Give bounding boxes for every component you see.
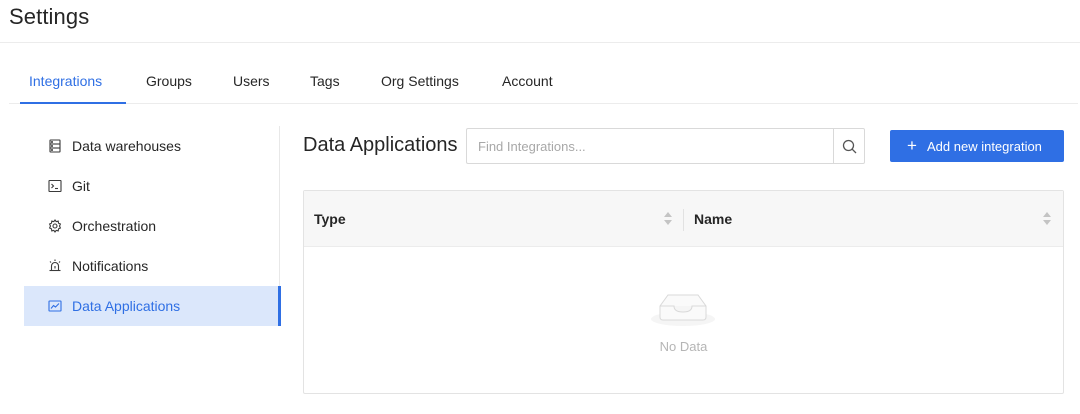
column-header-type[interactable]: Type [314,211,346,227]
tab-tags[interactable]: Tags [310,73,340,89]
search-input[interactable] [466,128,834,164]
add-integration-label: Add new integration [927,139,1042,154]
sidebar-item-git[interactable]: Git [24,166,280,206]
sidebar-item-data-warehouses[interactable]: Data warehouses [24,126,280,166]
sidebar-item-notifications[interactable]: Notifications [24,246,280,286]
sidebar-item-label: Git [72,178,90,194]
plus-icon: + [907,136,917,155]
sidebar-item-label: Notifications [72,258,149,274]
table-header: Type Name [304,191,1063,247]
tab-groups[interactable]: Groups [146,73,192,89]
section-title: Data Applications [303,134,458,156]
alarm-icon [48,259,62,273]
sidebar-item-label: Data Applications [72,298,181,314]
page-title: Settings [9,4,90,29]
active-item-indicator [278,286,281,326]
tab-integrations[interactable]: Integrations [29,73,102,89]
line-chart-icon [48,299,62,313]
settings-tabs: Integrations Groups Users Tags Org Setti… [9,60,1078,104]
integrations-sidebar: Data warehouses Git Orchestration Notifi… [24,126,281,326]
tab-users[interactable]: Users [233,73,270,89]
sort-icon[interactable] [664,212,672,226]
sidebar-item-label: Orchestration [72,218,157,234]
database-icon [48,139,62,153]
active-tab-indicator [20,102,126,104]
integrations-table: Type Name No Data [303,190,1064,394]
column-header-name[interactable]: Name [694,211,732,227]
search-icon [842,139,857,154]
add-integration-button[interactable]: + Add new integration [890,130,1064,162]
terminal-icon [48,179,62,193]
sidebar-item-label: Data warehouses [72,138,181,154]
column-divider [683,209,684,231]
gear-icon [48,219,62,233]
tab-account[interactable]: Account [502,73,553,89]
search-button[interactable] [833,128,865,164]
title-divider [0,42,1080,43]
sort-icon[interactable] [1043,212,1051,226]
sidebar-item-data-applications[interactable]: Data Applications [24,286,281,326]
sidebar-item-orchestration[interactable]: Orchestration [24,206,280,246]
empty-state: No Data [304,248,1063,393]
tab-org-settings[interactable]: Org Settings [381,73,459,89]
empty-inbox-icon [651,294,715,326]
empty-text: No Data [659,339,708,354]
